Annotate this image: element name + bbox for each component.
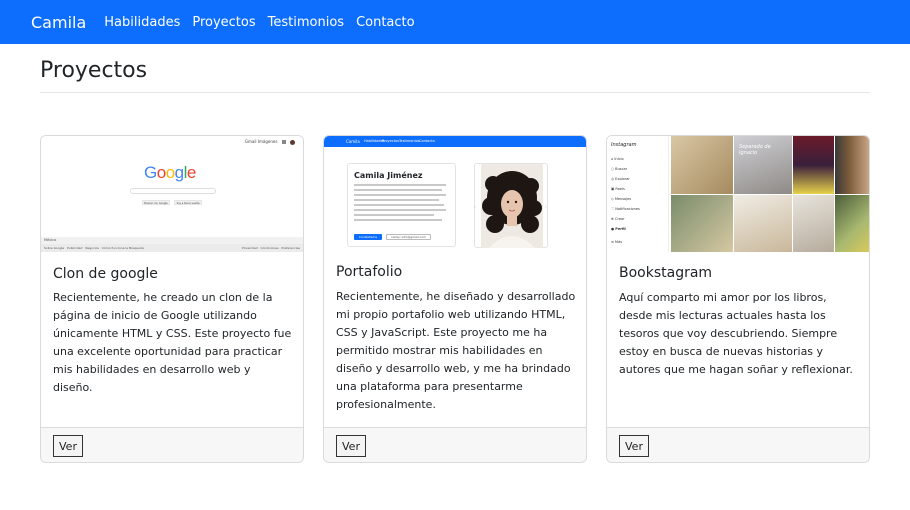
chevron-right-icon: › — [545, 204, 547, 209]
chevron-left-icon: ‹ — [474, 204, 476, 209]
reels-icon: ▣ Reels — [611, 187, 625, 191]
card-text: Recientemente, he diseñado y desarrollad… — [336, 290, 576, 411]
portfolio-screenshot: Camila Habilidades Proyectos Testimonios… — [324, 136, 586, 252]
explore-icon: ◎ Explorar — [611, 177, 630, 181]
notifications-icon: ♡ Notificaciones — [611, 207, 640, 211]
card-title: Clon de google — [53, 266, 158, 282]
google-top-links: Gmail Imágenes — [245, 139, 295, 145]
post-thumbnail — [793, 195, 834, 252]
ver-button[interactable]: Ver — [336, 435, 366, 457]
section-divider — [40, 92, 870, 93]
google-clone-screenshot: Gmail Imágenes Google Buscar con Google … — [41, 136, 303, 252]
instagram-logo: Instagram — [611, 142, 637, 148]
google-footer-links: Sobre Google Publicidad Negocios Cómo fu… — [41, 244, 303, 252]
search-icon: ○ Buscar — [611, 167, 628, 171]
navbar-brand[interactable]: Camila — [31, 13, 86, 32]
nav-link-contacto[interactable]: Contacto — [356, 15, 415, 30]
card-footer: Ver — [607, 427, 869, 462]
portfolio-name: Camila Jiménez — [354, 171, 423, 180]
post-thumbnail — [793, 136, 834, 194]
google-footer-country: México — [41, 237, 303, 244]
post-thumbnail: Separado de Ignacio — [734, 136, 792, 194]
google-search-box — [130, 188, 216, 194]
instagram-sidebar: Instagram ⌂ Inicio ○ Buscar ◎ Explorar ▣… — [607, 136, 669, 252]
create-icon: ⊕ Crear — [611, 217, 625, 221]
section-title: Proyectos — [40, 58, 148, 83]
messages-icon: ◇ Mensajes — [611, 197, 632, 201]
post-thumbnail — [835, 136, 869, 194]
avatar — [290, 139, 295, 145]
portfolio-navbar: Camila Habilidades Proyectos Testimonios… — [324, 136, 586, 147]
nav-link-habilidades[interactable]: Habilidades — [104, 15, 180, 30]
apps-icon — [281, 140, 286, 144]
ver-button[interactable]: Ver — [53, 435, 83, 457]
card-title: Bookstagram — [619, 265, 713, 281]
bookstagram-screenshot: Instagram ⌂ Inicio ○ Buscar ◎ Explorar ▣… — [607, 136, 869, 252]
portfolio-email-button: camijc.info@gmail.com — [386, 234, 431, 240]
home-icon: ⌂ Inicio — [611, 157, 624, 161]
card-title: Portafolio — [336, 264, 403, 280]
card-footer: Ver — [324, 427, 586, 462]
post-thumbnail — [671, 195, 733, 252]
google-search-button: Buscar con Google — [142, 200, 170, 205]
card-text: Aquí comparto mi amor por los libros, de… — [619, 291, 853, 376]
portfolio-contact-button: Contáctame — [354, 234, 382, 240]
portfolio-profile-photo — [481, 164, 543, 248]
post-thumbnail — [734, 195, 792, 252]
navbar: Camila Habilidades Proyectos Testimonios… — [0, 0, 910, 44]
project-card-google: Gmail Imágenes Google Buscar con Google … — [40, 135, 304, 463]
card-footer: Ver — [41, 427, 303, 462]
google-lucky-button: Voy a tener suerte — [174, 200, 202, 205]
ver-button[interactable]: Ver — [619, 435, 649, 457]
google-logo: Google — [144, 163, 196, 182]
project-card-portafolio: Camila Habilidades Proyectos Testimonios… — [323, 135, 587, 463]
nav-link-testimonios[interactable]: Testimonios — [268, 15, 344, 30]
instagram-post-grid: Separado de Ignacio — [671, 136, 869, 252]
project-card-bookstagram: Instagram ⌂ Inicio ○ Buscar ◎ Explorar ▣… — [606, 135, 870, 463]
profile-icon: ● Perfil — [611, 227, 626, 231]
menu-icon: ≡ Más — [611, 240, 623, 244]
post-thumbnail — [835, 195, 869, 252]
nav-link-proyectos[interactable]: Proyectos — [192, 15, 255, 30]
post-thumbnail — [671, 136, 733, 194]
card-text: Recientemente, he creado un clon de la p… — [53, 291, 292, 394]
